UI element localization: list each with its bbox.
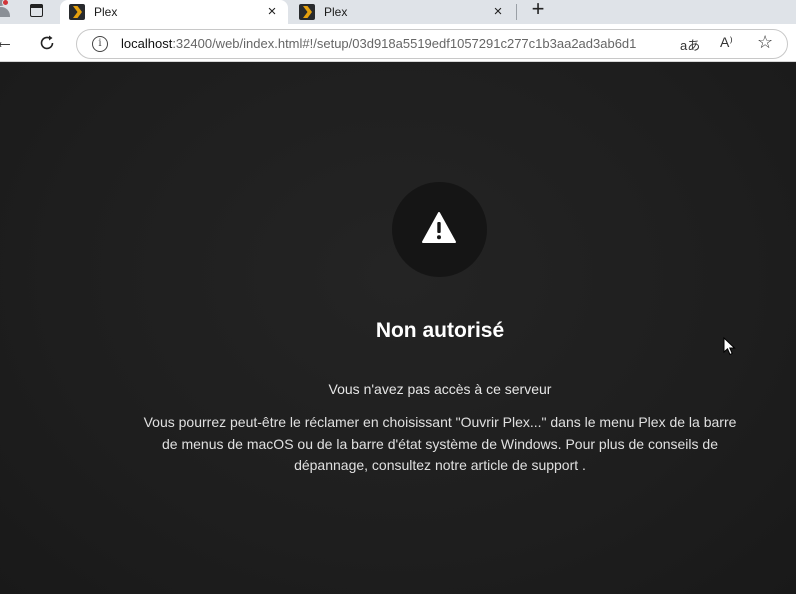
address-bar[interactable]: i localhost:32400/web/index.html#!/setup… (76, 29, 788, 59)
page-content: Non autorisé Vous n'avez pas accès à ce … (0, 63, 796, 594)
browser-toolbar: ← i localhost:32400/web/index.html#!/set… (0, 24, 796, 62)
read-aloud-icon[interactable]: A⁾ (720, 34, 733, 51)
warning-icon (422, 212, 456, 243)
tab-close-button[interactable]: × (490, 4, 506, 20)
tab-title: Plex (324, 5, 348, 19)
tab-close-button[interactable]: × (264, 4, 280, 20)
back-arrow-icon[interactable]: ← (0, 32, 16, 53)
warning-badge (392, 182, 487, 277)
error-message: Vous pourrez peut-être le réclamer en ch… (143, 414, 737, 473)
tab-separator (516, 4, 517, 20)
url-path: :32400/web/index.html#!/setup/03d918a551… (172, 36, 637, 51)
new-tab-button[interactable]: + (528, 0, 548, 20)
plex-favicon-icon (69, 4, 85, 20)
tab-title: Plex (94, 5, 118, 19)
profile-icon[interactable] (0, 0, 12, 20)
error-subtitle: Vous n'avez pas accès à ce serveur (328, 381, 552, 397)
tab-plex-inactive[interactable]: Plex × (290, 0, 514, 24)
url-text[interactable]: localhost:32400/web/index.html#!/setup/0… (121, 36, 636, 51)
tab-strip: Plex × Plex × + (0, 0, 796, 24)
tab-plex-active[interactable]: Plex × (60, 0, 288, 24)
mouse-cursor-icon (723, 337, 736, 356)
url-host: localhost (121, 36, 173, 51)
translate-icon[interactable]: aあ (680, 35, 700, 54)
plex-favicon-icon (299, 4, 315, 20)
info-icon[interactable]: i (92, 36, 108, 52)
error-title: Non autorisé (375, 319, 505, 342)
star-icon[interactable]: ☆ (757, 32, 773, 53)
reload-icon[interactable] (37, 33, 59, 53)
tab-actions-icon[interactable] (29, 3, 45, 19)
